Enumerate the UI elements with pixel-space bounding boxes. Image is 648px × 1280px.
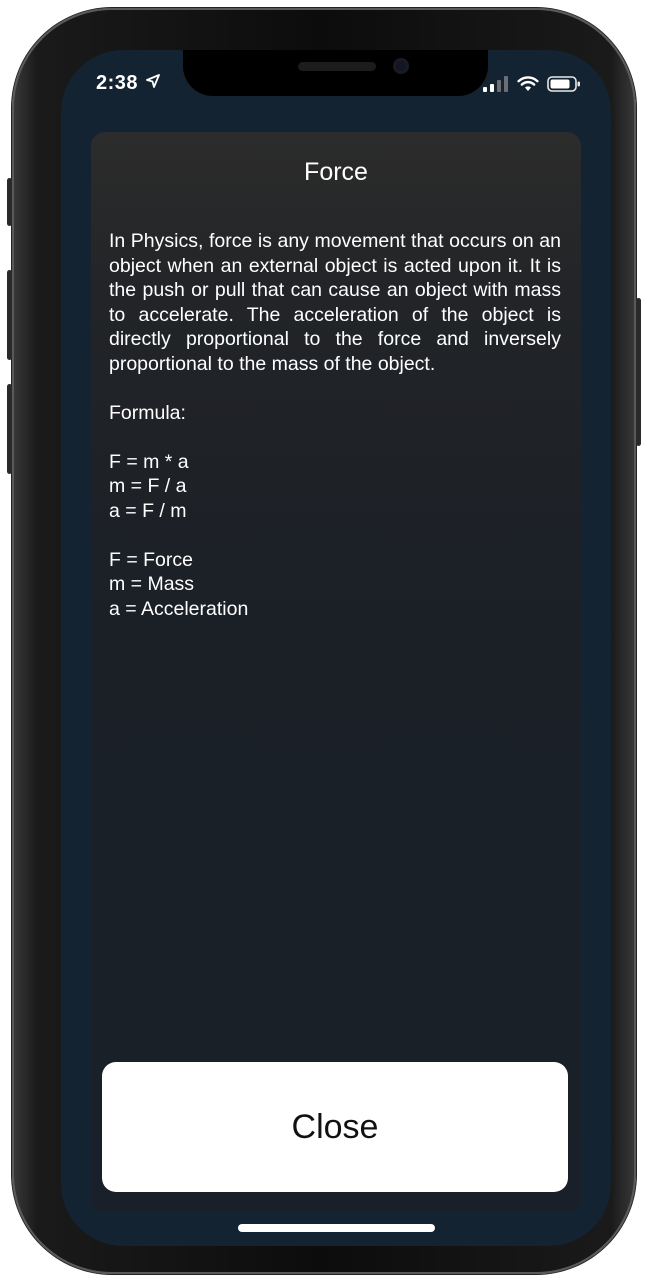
- formula-heading: Formula:: [109, 401, 186, 424]
- phone-frame: 2:38 Force In Physics, force is any move…: [7, 8, 641, 1274]
- battery-icon: [547, 76, 580, 92]
- status-bar-icons: [483, 76, 581, 92]
- close-button-label: Close: [291, 1107, 379, 1146]
- close-button[interactable]: Close: [102, 1062, 568, 1192]
- volume-down-button: [7, 384, 12, 474]
- screen: 2:38 Force In Physics, force is any move…: [61, 50, 611, 1246]
- formula-line: m = F / a: [109, 475, 187, 497]
- legend-line: a = Acceleration: [109, 597, 249, 620]
- volume-up-button: [7, 270, 12, 360]
- power-button: [636, 298, 641, 446]
- home-indicator[interactable]: [238, 1224, 435, 1232]
- info-modal: Force In Physics, force is any movement …: [91, 132, 581, 1212]
- modal-content: In Physics, force is any movement that o…: [109, 229, 561, 621]
- cellular-signal-icon: [483, 76, 508, 92]
- location-arrow-icon: [146, 74, 160, 88]
- description-text: In Physics, force is any movement that o…: [109, 230, 561, 375]
- modal-title: Force: [304, 158, 368, 186]
- status-bar-time: 2:38: [96, 72, 160, 95]
- wifi-icon: [517, 76, 539, 91]
- front-camera: [393, 58, 409, 74]
- earpiece-speaker: [298, 62, 376, 71]
- notch: [183, 50, 488, 96]
- formula-line: F = m * a: [109, 450, 189, 473]
- legend-line: F = Force: [109, 548, 193, 571]
- silent-switch: [7, 178, 12, 226]
- legend-line: m = Mass: [109, 573, 195, 595]
- formula-line: a = F / m: [109, 499, 187, 522]
- time-label: 2:38: [96, 72, 139, 94]
